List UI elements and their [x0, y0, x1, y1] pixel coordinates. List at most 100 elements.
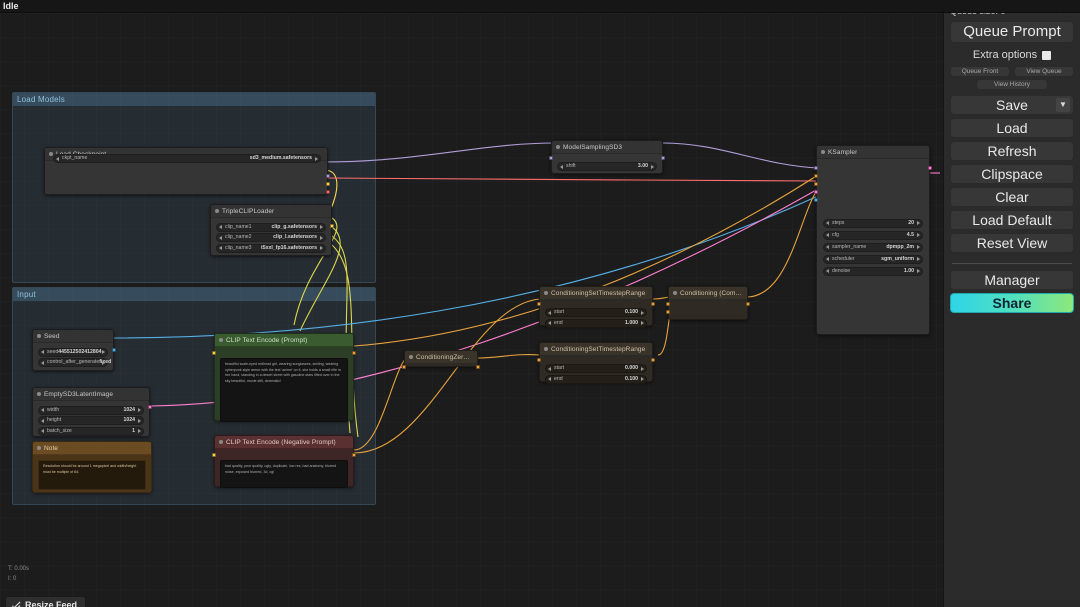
- increment-arrow-icon[interactable]: [641, 321, 644, 325]
- save-button[interactable]: Save ▼: [950, 95, 1074, 115]
- widget-steps[interactable]: steps 20: [823, 219, 923, 228]
- node-model-sampling-sd3[interactable]: ModelSamplingSD3 shift 3.00: [551, 140, 663, 174]
- node-header[interactable]: CLIP Text Encode (Prompt): [215, 334, 353, 347]
- output-port-latent[interactable]: [148, 405, 152, 409]
- decrement-arrow-icon[interactable]: [41, 350, 44, 354]
- increment-arrow-icon[interactable]: [641, 377, 644, 381]
- increment-arrow-icon[interactable]: [315, 157, 318, 161]
- input-port-conditioning-2[interactable]: [666, 310, 670, 314]
- input-port-conditioning[interactable]: [402, 365, 406, 369]
- widget-clip-name2[interactable]: clip_name2 clip_l.safetensors: [216, 233, 326, 242]
- increment-arrow-icon[interactable]: [917, 221, 920, 225]
- node-conditioning-combine[interactable]: Conditioning (Combine): [668, 286, 748, 320]
- node-conditioning-set-timestep-range-top[interactable]: ConditioningSetTimestepRange start 0.100…: [539, 286, 653, 326]
- collapse-dot-icon[interactable]: [49, 152, 53, 156]
- collapse-dot-icon[interactable]: [219, 440, 223, 444]
- increment-arrow-icon[interactable]: [102, 350, 105, 354]
- node-clip-text-encode-negative[interactable]: CLIP Text Encode (Negative Prompt) bad q…: [214, 435, 354, 487]
- node-seed[interactable]: Seed seed 445512502412804 control_after_…: [32, 329, 114, 371]
- collapse-dot-icon[interactable]: [821, 150, 825, 154]
- decrement-arrow-icon[interactable]: [41, 429, 44, 433]
- collapse-dot-icon[interactable]: [215, 209, 219, 213]
- node-triple-clip-loader[interactable]: TripleCLIPLoader clip_name1 clip_g.safet…: [210, 204, 332, 256]
- collapse-dot-icon[interactable]: [37, 334, 41, 338]
- output-port-conditioning[interactable]: [352, 351, 356, 355]
- node-load-checkpoint[interactable]: Load Checkpoint ckpt_name sd3_medium.saf…: [44, 147, 328, 195]
- output-port-conditioning[interactable]: [651, 358, 655, 362]
- output-port-clip[interactable]: [330, 224, 334, 228]
- collapse-dot-icon[interactable]: [409, 355, 413, 359]
- output-port-conditioning[interactable]: [651, 302, 655, 306]
- input-port-negative[interactable]: [814, 182, 818, 186]
- widget-denoise[interactable]: denoise 1.00: [823, 267, 923, 276]
- increment-arrow-icon[interactable]: [641, 367, 644, 371]
- collapse-dot-icon[interactable]: [544, 291, 548, 295]
- decrement-arrow-icon[interactable]: [56, 157, 59, 161]
- node-header[interactable]: Note: [33, 442, 151, 455]
- decrement-arrow-icon[interactable]: [548, 311, 551, 315]
- widget-sampler-name[interactable]: sampler_name dpmpp_2m: [823, 243, 923, 252]
- widget-width[interactable]: width 1024: [38, 406, 144, 415]
- collapse-dot-icon[interactable]: [556, 145, 560, 149]
- widget-height[interactable]: height 1024: [38, 416, 144, 425]
- widget-end[interactable]: end 1.000: [545, 319, 647, 328]
- load-default-button[interactable]: Load Default: [950, 210, 1074, 230]
- widget-start[interactable]: start 0.000: [545, 364, 647, 373]
- node-header[interactable]: Seed: [33, 330, 113, 343]
- widget-control-after-generate[interactable]: control_after_generate fixed: [38, 358, 108, 367]
- node-note[interactable]: Note Resolution should be around 1 megap…: [32, 441, 152, 493]
- increment-arrow-icon[interactable]: [320, 225, 323, 229]
- input-port-positive[interactable]: [814, 174, 818, 178]
- widget-end[interactable]: end 0.100: [545, 375, 647, 384]
- increment-arrow-icon[interactable]: [641, 311, 644, 315]
- view-queue-button[interactable]: View Queue: [1014, 66, 1074, 77]
- node-header[interactable]: KSampler: [817, 146, 929, 159]
- node-header[interactable]: TripleCLIPLoader: [211, 205, 331, 218]
- node-header[interactable]: Conditioning (Combine): [669, 287, 747, 300]
- output-port-conditioning[interactable]: [476, 365, 480, 369]
- output-port-conditioning[interactable]: [746, 302, 750, 306]
- input-port-conditioning-1[interactable]: [666, 302, 670, 306]
- output-port-conditioning[interactable]: [352, 453, 356, 457]
- decrement-arrow-icon[interactable]: [826, 257, 829, 261]
- node-header[interactable]: EmptySD3LatentImage: [33, 388, 149, 401]
- widget-shift[interactable]: shift 3.00: [557, 162, 657, 171]
- node-header[interactable]: CLIP Text Encode (Negative Prompt): [215, 436, 353, 449]
- input-port-model[interactable]: [814, 166, 818, 170]
- output-port-model[interactable]: [661, 156, 665, 160]
- chevron-down-icon[interactable]: ▼: [1056, 98, 1070, 112]
- decrement-arrow-icon[interactable]: [560, 165, 563, 169]
- collapse-dot-icon[interactable]: [37, 392, 41, 396]
- decrement-arrow-icon[interactable]: [219, 225, 222, 229]
- decrement-arrow-icon[interactable]: [826, 269, 829, 273]
- widget-batch-size[interactable]: batch_size 1: [38, 427, 144, 436]
- increment-arrow-icon[interactable]: [917, 269, 920, 273]
- output-port-int[interactable]: [112, 348, 116, 352]
- decrement-arrow-icon[interactable]: [826, 221, 829, 225]
- node-header[interactable]: ConditioningZeroOut: [405, 351, 477, 364]
- node-clip-text-encode-positive[interactable]: CLIP Text Encode (Prompt) beautiful scal…: [214, 333, 354, 421]
- widget-clip-name3[interactable]: clip_name3 t5xxl_fp16.safetensors: [216, 244, 326, 253]
- decrement-arrow-icon[interactable]: [826, 233, 829, 237]
- decrement-arrow-icon[interactable]: [826, 245, 829, 249]
- refresh-button[interactable]: Refresh: [950, 141, 1074, 161]
- increment-arrow-icon[interactable]: [917, 257, 920, 261]
- load-button[interactable]: Load: [950, 118, 1074, 138]
- decrement-arrow-icon[interactable]: [41, 419, 44, 423]
- node-graph-canvas[interactable]: Load Models Input: [0, 13, 943, 607]
- clear-button[interactable]: Clear: [950, 187, 1074, 207]
- node-conditioning-set-timestep-range-bottom[interactable]: ConditioningSetTimestepRange start 0.000…: [539, 342, 653, 382]
- widget-seed[interactable]: seed 445512502412804: [38, 348, 108, 357]
- increment-arrow-icon[interactable]: [320, 236, 323, 240]
- collapse-dot-icon[interactable]: [673, 291, 677, 295]
- node-ksampler[interactable]: KSampler steps 20 cfg 4.5: [816, 145, 930, 335]
- node-empty-sd3-latent-image[interactable]: EmptySD3LatentImage width 1024 height 10…: [32, 387, 150, 437]
- output-port-clip[interactable]: [326, 182, 330, 186]
- clipspace-button[interactable]: Clipspace: [950, 164, 1074, 184]
- positive-prompt-textarea[interactable]: beautiful scale-eyed redhead girl, weari…: [220, 358, 348, 422]
- widget-clip-name1[interactable]: clip_name1 clip_g.safetensors: [216, 223, 326, 232]
- input-port-latent-image[interactable]: [814, 190, 818, 194]
- output-port-model[interactable]: [326, 174, 330, 178]
- negative-prompt-textarea[interactable]: bad quality, poor quality, ugly, duplica…: [220, 460, 348, 488]
- node-header[interactable]: ConditioningSetTimestepRange: [540, 287, 652, 300]
